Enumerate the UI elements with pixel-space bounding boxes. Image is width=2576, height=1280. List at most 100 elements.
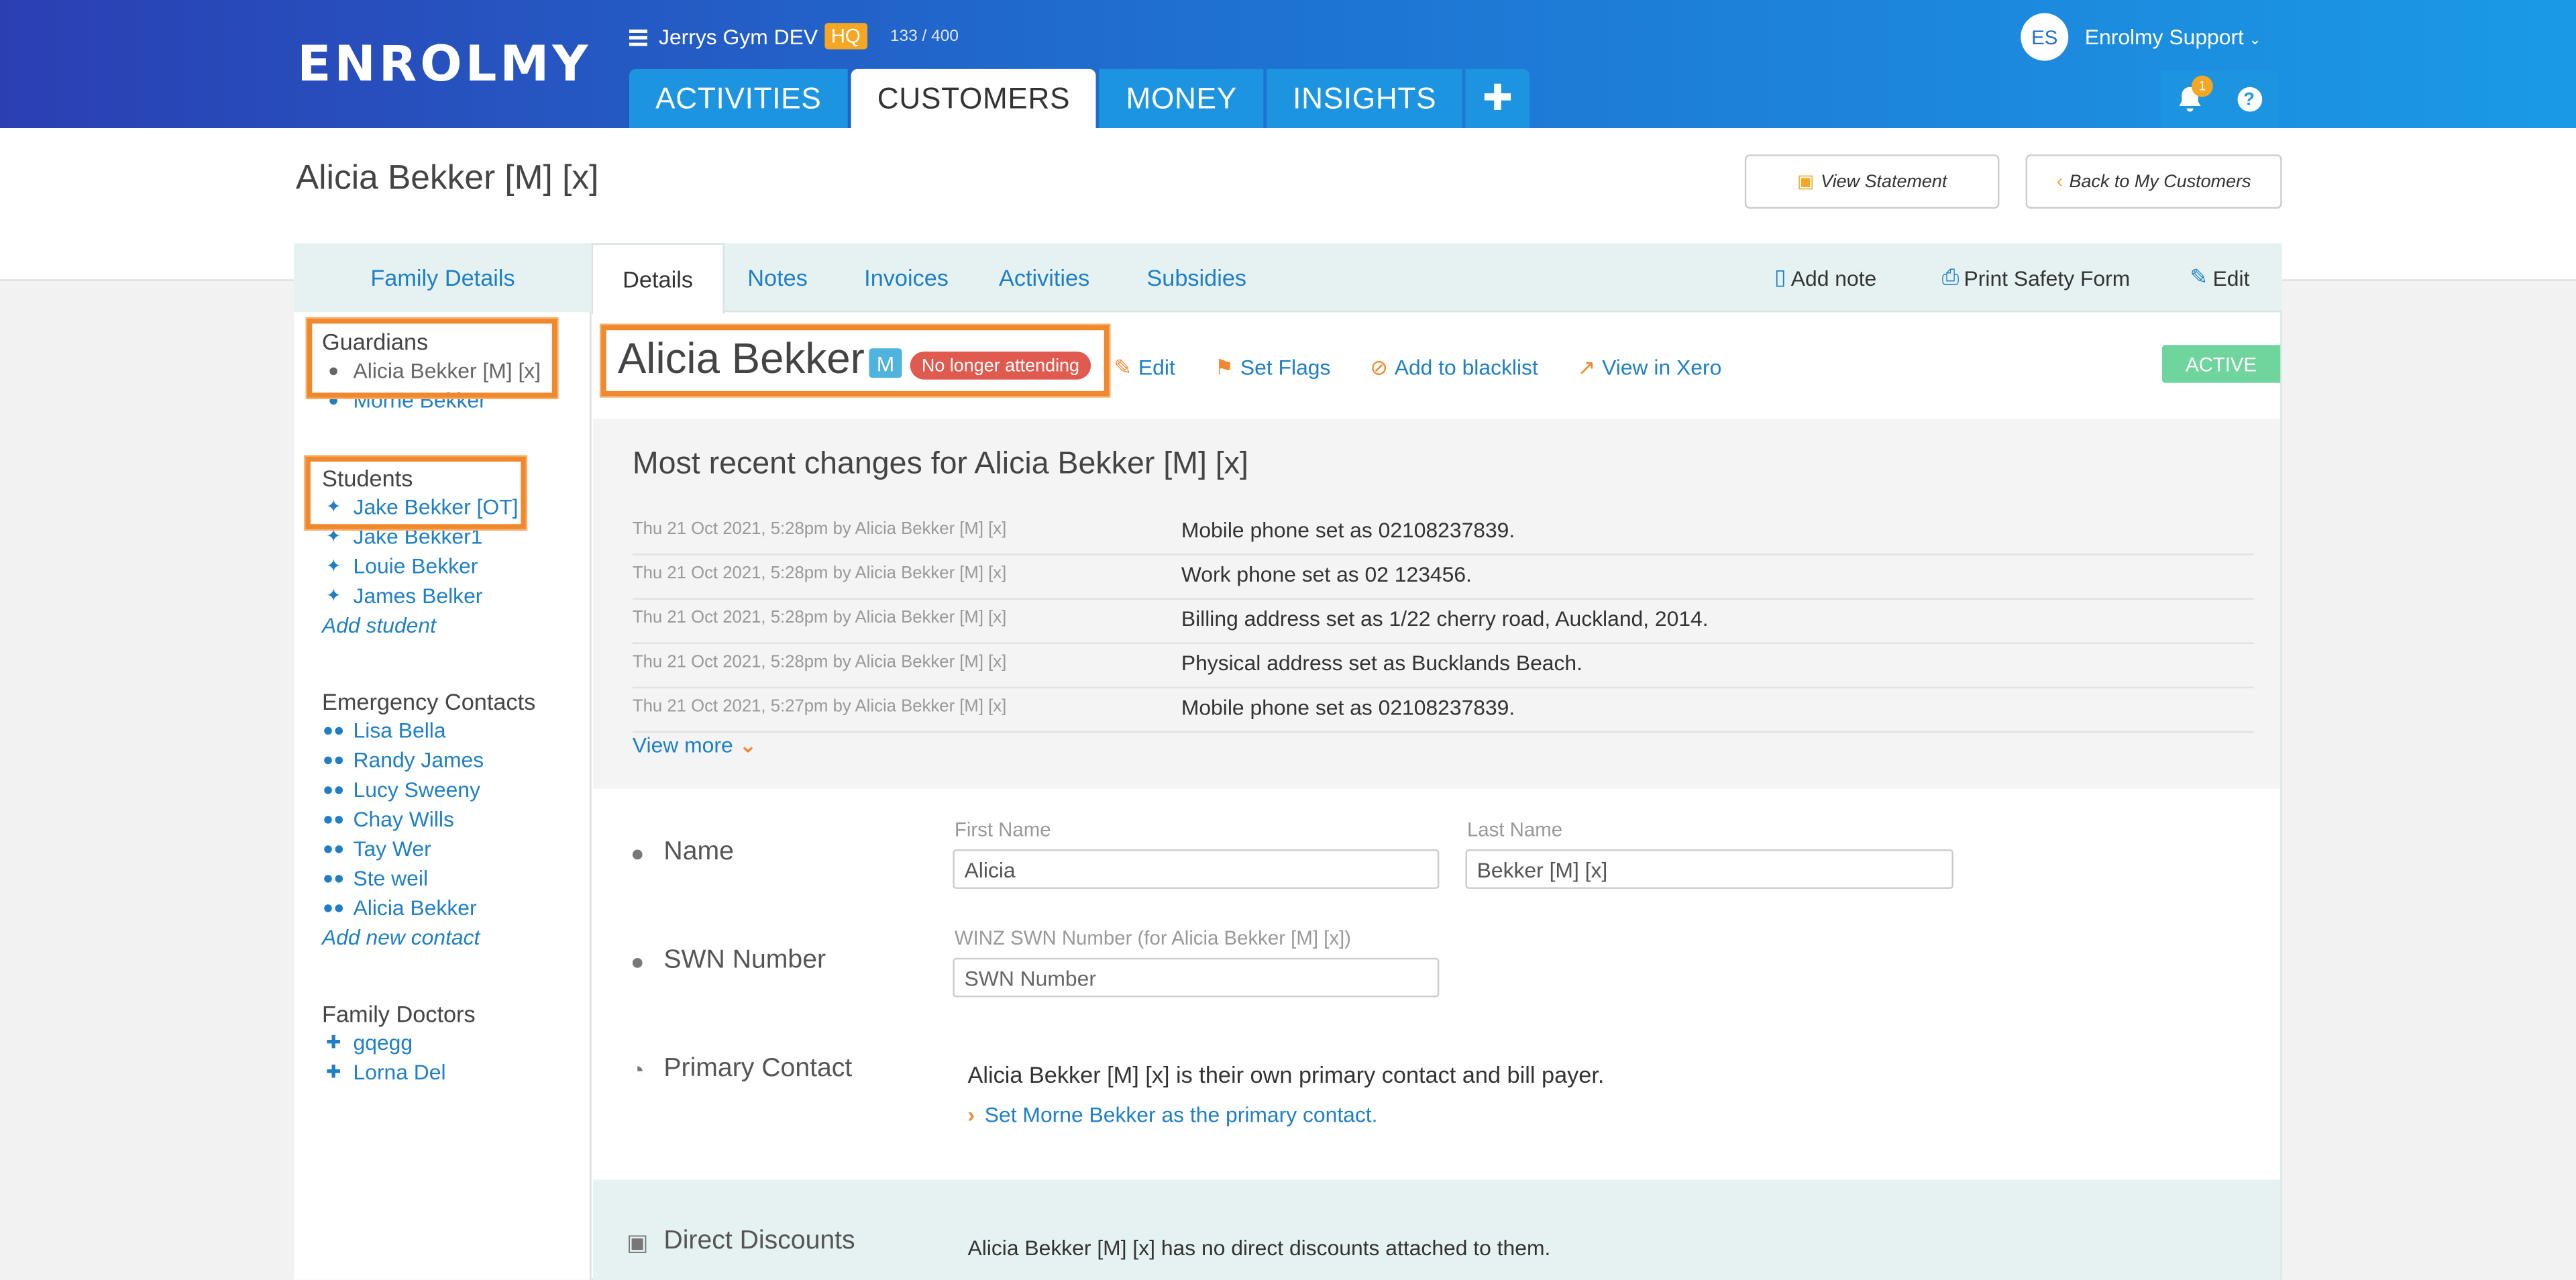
back-to-customers-button[interactable]: ‹ Back to My Customers	[2025, 154, 2282, 209]
change-meta: Thu 21 Oct 2021, 5:28pm by Alicia Bekker…	[632, 519, 1007, 539]
site-selector[interactable]: Jerrys Gym DEV HQ 133 / 400	[629, 23, 959, 50]
contact-item[interactable]: ●● Ste weil	[322, 864, 535, 894]
top-header: ENROLMY Jerrys Gym DEV HQ 133 / 400 ACTI…	[0, 0, 2576, 129]
tab-invoices[interactable]: Invoices	[864, 243, 949, 312]
add-to-blacklist-link[interactable]: ⊘ Add to blacklist	[1370, 355, 1558, 381]
user-avatar[interactable]: ES	[2021, 13, 2069, 61]
contact-item[interactable]: ●● Randy James	[322, 746, 535, 776]
nav-tab-customers[interactable]: CUSTOMERS	[851, 68, 1097, 129]
contact-name: Chay Wills	[353, 806, 454, 832]
doctor-item[interactable]: ✚ gqegg	[322, 1028, 476, 1058]
doctor-name: gqegg	[353, 1030, 413, 1055]
edit-family-button[interactable]: ✎ Edit	[2190, 243, 2250, 312]
doctor-icon: ✚	[325, 1063, 341, 1083]
view-statement-button[interactable]: ▣ View Statement	[1744, 154, 2000, 209]
name-field-label: ● Name	[625, 838, 734, 867]
hq-badge: HQ	[824, 23, 867, 50]
set-flags-link[interactable]: ⚑ Set Flags	[1215, 355, 1350, 381]
printer-icon: ⎙	[1941, 264, 1960, 290]
help-button[interactable]: ?	[2219, 70, 2279, 129]
contact-item[interactable]: ●● Tay Wer	[322, 835, 535, 864]
change-row: Thu 21 Oct 2021, 5:28pm by Alicia Bekker…	[632, 511, 2255, 555]
nav-tab-insights[interactable]: INSIGHTS	[1266, 68, 1463, 129]
tab-notes[interactable]: Notes	[747, 243, 808, 312]
doctor-name: Lorna Del	[353, 1059, 446, 1085]
add-note-button[interactable]: ▯ Add note	[1774, 243, 1876, 312]
contact-name: Tay Wer	[353, 836, 431, 861]
doctor-item[interactable]: ✚ Lorna Del	[322, 1058, 476, 1087]
print-safety-form-button[interactable]: ⎙ Print Safety Form	[1942, 243, 2131, 312]
chevron-left-icon: ‹	[2056, 171, 2063, 192]
xero-label: View in Xero	[1602, 354, 1722, 380]
family-details-tab[interactable]: Family Details	[294, 243, 592, 313]
highlight-box	[601, 325, 1110, 396]
contact-name: Lisa Bella	[353, 718, 446, 743]
student-item[interactable]: ✦ James Belker	[322, 582, 518, 611]
group-icon: ●●	[322, 869, 345, 889]
help-icon: ?	[2237, 87, 2262, 112]
site-name[interactable]: Jerrys Gym DEV	[659, 24, 818, 49]
view-more-link[interactable]: View more ⌄	[633, 733, 757, 759]
enrolmy-logo[interactable]: ENROLMY	[297, 36, 591, 94]
child-icon: ✦	[325, 586, 341, 606]
flag-icon: ⚑	[1214, 354, 1234, 380]
disc-label-text: Direct Discounts	[663, 1227, 855, 1256]
add-contact-link[interactable]: Add new contact	[322, 923, 535, 953]
circle-icon: ●	[630, 948, 645, 975]
recent-changes-title: Most recent changes for Alicia Bekker [M…	[632, 447, 1248, 482]
family-doctors-title: Family Doctors	[322, 1000, 476, 1027]
highlight-box	[307, 319, 557, 398]
name-label-text: Name	[663, 837, 734, 866]
first-name-label: First Name	[954, 818, 1051, 841]
direct-discounts-text: Alicia Bekker [M] [x] has no direct disc…	[967, 1235, 1551, 1261]
last-name-input[interactable]: Bekker [M] [x]	[1465, 849, 1953, 889]
first-name-input[interactable]: Alicia	[953, 849, 1440, 889]
tab-subsidies[interactable]: Subsidies	[1146, 243, 1246, 312]
group-icon: ●●	[322, 780, 345, 800]
nav-tab-activities[interactable]: ACTIVITIES	[629, 68, 848, 129]
highlight-box	[305, 456, 526, 529]
nav-tab-money[interactable]: MONEY	[1099, 68, 1264, 129]
customer-actions: ✎ Edit ⚑ Set Flags ⊘ Add to blacklist ↗ View…	[1114, 355, 1761, 381]
swn-field-label: ● SWN Number	[625, 947, 826, 976]
add-plus-button[interactable]: ✚	[1466, 68, 1530, 129]
primary-contact-text: Alicia Bekker [M] [x] is their own prima…	[967, 1061, 1605, 1088]
view-in-xero-link[interactable]: ↗ View in Xero	[1578, 355, 1741, 381]
contact-name: Alicia Bekker	[353, 895, 477, 920]
change-text: Billing address set as 1/22 cherry road,…	[1181, 606, 1709, 631]
money-icon: ▣	[1796, 172, 1815, 193]
contact-item[interactable]: ●● Lucy Sweeny	[322, 776, 535, 805]
tab-details[interactable]: Details	[591, 243, 724, 314]
student-item[interactable]: ✦ Louie Bekker	[322, 552, 518, 582]
person-icon: ●	[630, 839, 645, 866]
hamburger-icon[interactable]	[629, 28, 647, 46]
add-student-link[interactable]: Add student	[322, 611, 518, 641]
view-statement-label: View Statement	[1821, 171, 1947, 192]
set-primary-contact-link[interactable]: › Set Morne Bekker as the primary contact…	[967, 1102, 1377, 1127]
contact-item[interactable]: ●● Alicia Bekker	[322, 894, 535, 923]
emergency-contacts-title: Emergency Contacts	[322, 688, 536, 715]
contact-item[interactable]: ●● Chay Wills	[322, 805, 535, 835]
change-row: Thu 21 Oct 2021, 5:28pm by Alicia Bekker…	[632, 600, 2255, 645]
blacklist-label: Add to blacklist	[1394, 354, 1538, 380]
change-row: Thu 21 Oct 2021, 5:28pm by Alicia Bekker…	[632, 555, 2255, 600]
family-doctors-section: Family Doctors ✚ gqegg ✚ Lorna Del	[322, 999, 476, 1087]
change-meta: Thu 21 Oct 2021, 5:27pm by Alicia Bekker…	[632, 696, 1007, 716]
contact-item[interactable]: ●● Lisa Bella	[322, 716, 535, 746]
edit-customer-link[interactable]: ✎ Edit	[1114, 355, 1195, 381]
group-icon: ●●	[322, 810, 345, 830]
notifications-button[interactable]: 1	[2160, 70, 2220, 129]
chevron-down-icon: ⌄	[739, 733, 757, 757]
file-icon: ▯	[1774, 264, 1786, 290]
pencil-icon: ✎	[2190, 264, 2208, 290]
tab-activities[interactable]: Activities	[999, 243, 1089, 312]
group-icon: ●●	[322, 898, 345, 918]
change-text: Mobile phone set as 02108237839.	[1181, 517, 1515, 543]
swn-number-input[interactable]: SWN Number	[953, 957, 1440, 998]
usage-counter: 133 / 400	[890, 27, 959, 46]
student-name: James Belker	[353, 583, 483, 608]
user-menu[interactable]: Enrolmy Support ⌄	[2085, 25, 2261, 50]
change-meta: Thu 21 Oct 2021, 5:28pm by Alicia Bekker…	[632, 564, 1007, 584]
pencil-icon: ✎	[1114, 354, 1132, 380]
print-label: Print Safety Form	[1964, 265, 2131, 290]
